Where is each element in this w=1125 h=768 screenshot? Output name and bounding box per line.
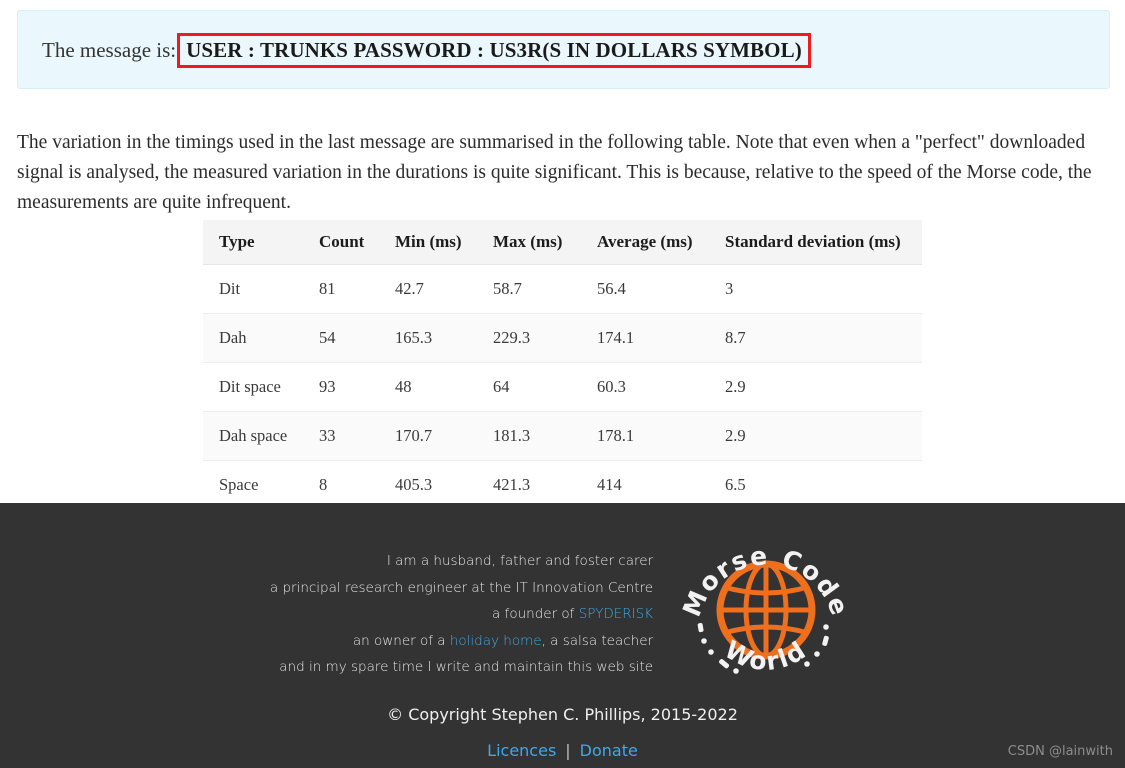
column-header-max: Max (ms) — [477, 220, 581, 265]
column-header-stddev: Standard deviation (ms) — [709, 220, 922, 265]
site-footer: I am a husband, father and foster carer … — [0, 503, 1125, 768]
footer-top-section: I am a husband, father and foster carer … — [0, 503, 1125, 699]
globe-logo-icon: Morse Code World — [677, 541, 853, 676]
table-row: Dit space 93 48 64 60.3 2.9 — [203, 362, 922, 412]
bio-line-4-text-pre: an owner of a — [352, 632, 450, 649]
cell-stddev: 3 — [709, 264, 922, 314]
bio-line-5: and in my spare time I write and maintai… — [279, 659, 654, 676]
table-header: Type Count Min (ms) Max (ms) Average (ms… — [203, 220, 922, 265]
cell-average: 174.1 — [581, 313, 709, 363]
bio-line-1: I am a husband, father and foster carer — [386, 553, 654, 570]
cell-count: 93 — [303, 362, 379, 412]
holiday-home-link[interactable]: holiday home — [450, 633, 542, 649]
table-row: Dit 81 42.7 58.7 56.4 3 — [203, 264, 922, 314]
cell-max: 64 — [477, 362, 581, 412]
bio-line-4: an owner of a holiday home, a salsa teac… — [270, 628, 653, 655]
cell-type: Dah space — [203, 411, 303, 461]
copyright-text: © Copyright Stephen C. Phillips, 2015-20… — [387, 705, 738, 724]
cell-count: 33 — [303, 411, 379, 461]
column-header-average: Average (ms) — [581, 220, 709, 265]
cell-average: 60.3 — [581, 362, 709, 412]
licences-link[interactable]: Licences — [487, 741, 556, 760]
links-separator: | — [565, 741, 571, 760]
cell-max: 229.3 — [477, 313, 581, 363]
bio-line-4-text-post: , a salsa teacher — [541, 632, 654, 649]
cell-type: Dit — [203, 264, 303, 314]
spyderisk-link[interactable]: SPYDERISK — [579, 606, 653, 622]
cell-stddev: 2.9 — [709, 362, 922, 412]
donate-link[interactable]: Donate — [580, 741, 638, 760]
cell-min: 165.3 — [379, 313, 477, 363]
table-row: Dah 54 165.3 229.3 174.1 8.7 — [203, 313, 922, 363]
morse-code-world-logo[interactable]: Morse Code World — [677, 521, 855, 699]
bio-line-3: a founder of SPYDERISK — [270, 601, 653, 628]
cell-average: 178.1 — [581, 411, 709, 461]
column-header-min: Min (ms) — [379, 220, 477, 265]
column-header-type: Type — [203, 220, 303, 265]
decoded-message-text: USER : TRUNKS PASSWORD : US3R(S IN DOLLA… — [177, 33, 811, 69]
cell-min: 48 — [379, 362, 477, 412]
bio-line-2: a principal research engineer at the IT … — [269, 579, 654, 596]
message-alert-inner: The message is: USER : TRUNKS PASSWORD :… — [42, 33, 811, 69]
message-alert-box: The message is: USER : TRUNKS PASSWORD :… — [17, 10, 1110, 89]
footer-links: Licences | Donate — [0, 741, 1125, 760]
cell-stddev: 8.7 — [709, 313, 922, 363]
timing-statistics-table: Type Count Min (ms) Max (ms) Average (ms… — [203, 220, 922, 510]
message-label: The message is: — [42, 38, 177, 62]
cell-max: 181.3 — [477, 411, 581, 461]
cell-max: 58.7 — [477, 264, 581, 314]
csdn-watermark: CSDN @lainwith — [1007, 744, 1113, 759]
cell-min: 42.7 — [379, 264, 477, 314]
cell-min: 170.7 — [379, 411, 477, 461]
cell-count: 81 — [303, 264, 379, 314]
cell-stddev: 2.9 — [709, 411, 922, 461]
column-header-count: Count — [303, 220, 379, 265]
author-bio: I am a husband, father and foster carer … — [270, 521, 653, 681]
cell-type: Dah — [203, 313, 303, 363]
bio-line-3-text: a founder of — [492, 606, 579, 623]
table-header-row: Type Count Min (ms) Max (ms) Average (ms… — [203, 220, 922, 265]
timing-statistics-table-wrapper: Type Count Min (ms) Max (ms) Average (ms… — [203, 220, 922, 510]
cell-count: 54 — [303, 313, 379, 363]
table-row: Dah space 33 170.7 181.3 178.1 2.9 — [203, 411, 922, 461]
table-body: Dit 81 42.7 58.7 56.4 3 Dah 54 165.3 229… — [203, 264, 922, 510]
cell-type: Dit space — [203, 362, 303, 412]
cell-average: 56.4 — [581, 264, 709, 314]
description-paragraph: The variation in the timings used in the… — [17, 131, 1092, 213]
